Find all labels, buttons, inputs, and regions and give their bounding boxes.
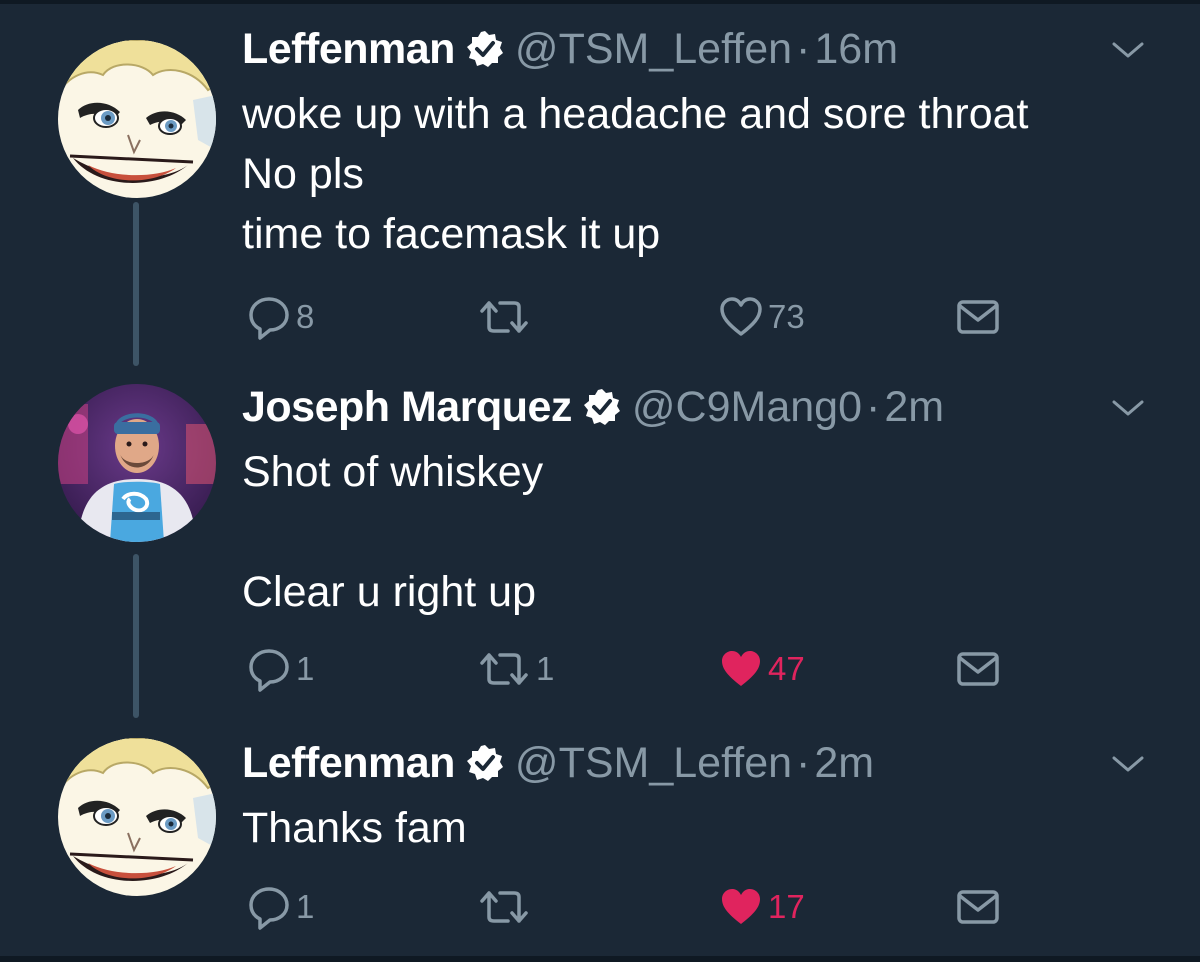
chevron-down-icon[interactable] bbox=[1110, 38, 1146, 62]
like-button[interactable]: 47 bbox=[718, 644, 805, 694]
tweet-text-line: Thanks fam bbox=[242, 804, 467, 852]
timestamp[interactable]: 2m bbox=[814, 738, 874, 788]
tweet-text-line bbox=[242, 502, 543, 562]
retweet-button[interactable] bbox=[476, 882, 536, 932]
like-button[interactable]: 17 bbox=[718, 882, 805, 932]
reply-count: 8 bbox=[296, 298, 315, 335]
retweet-count: 1 bbox=[536, 650, 555, 687]
direct-message-button[interactable] bbox=[955, 882, 1001, 932]
reply-button[interactable]: 1 bbox=[246, 644, 314, 694]
verified-badge-icon bbox=[582, 387, 622, 427]
heart-filled-icon bbox=[722, 651, 760, 686]
retweet-button[interactable] bbox=[476, 292, 536, 342]
timestamp[interactable]: 16m bbox=[814, 24, 898, 74]
display-name[interactable]: Leffenman bbox=[242, 24, 455, 74]
direct-message-button[interactable] bbox=[955, 292, 1001, 342]
chevron-down-icon[interactable] bbox=[1110, 396, 1146, 420]
envelope-icon bbox=[957, 652, 999, 686]
verified-badge-icon bbox=[465, 743, 505, 783]
tweet-header: Leffenman @TSM_Leffen · 16m bbox=[242, 24, 898, 74]
retweet-button[interactable]: 1 bbox=[476, 644, 554, 694]
display-name[interactable]: Leffenman bbox=[242, 738, 455, 788]
anime-character-avatar-icon bbox=[58, 40, 216, 198]
tweet-text-line: woke up with a headache and sore throat bbox=[242, 90, 1029, 138]
heart-filled-icon bbox=[722, 889, 760, 924]
retweet-icon bbox=[480, 653, 528, 685]
reply-button[interactable]: 8 bbox=[246, 292, 314, 342]
verified-badge-icon bbox=[465, 29, 505, 69]
envelope-icon bbox=[957, 890, 999, 924]
user-handle[interactable]: @TSM_Leffen bbox=[515, 24, 792, 74]
tweet-text: Shot of whiskey Clear u right up bbox=[242, 442, 543, 622]
like-count: 47 bbox=[768, 650, 805, 687]
tweet-text-line: time to facemask it up bbox=[242, 210, 661, 258]
like-count: 17 bbox=[768, 888, 805, 925]
reply-icon bbox=[249, 649, 289, 692]
retweet-icon bbox=[480, 891, 528, 923]
display-name[interactable]: Joseph Marquez bbox=[242, 382, 572, 432]
retweet-icon bbox=[480, 301, 528, 333]
timestamp[interactable]: 2m bbox=[884, 382, 944, 432]
person-photo-avatar-icon bbox=[58, 384, 216, 542]
avatar[interactable] bbox=[58, 384, 216, 542]
heart-outline-icon bbox=[720, 297, 762, 336]
separator-dot: · bbox=[866, 383, 881, 431]
reply-button[interactable]: 1 bbox=[246, 882, 314, 932]
chevron-down-icon[interactable] bbox=[1110, 752, 1146, 776]
user-handle[interactable]: @C9Mang0 bbox=[632, 382, 862, 432]
like-button[interactable]: 73 bbox=[718, 292, 805, 342]
avatar[interactable] bbox=[58, 738, 216, 896]
bottom-border bbox=[0, 956, 1200, 962]
tweet-text-line: Clear u right up bbox=[242, 568, 536, 616]
reply-icon bbox=[249, 887, 289, 930]
envelope-icon bbox=[957, 300, 999, 334]
direct-message-button[interactable] bbox=[955, 644, 1001, 694]
tweet-header: Joseph Marquez @C9Mang0 · 2m bbox=[242, 382, 944, 432]
top-border bbox=[0, 0, 1200, 4]
separator-dot: · bbox=[796, 25, 811, 73]
like-count: 73 bbox=[768, 298, 805, 335]
tweet-text: Thanks fam bbox=[242, 798, 467, 858]
tweet-text: woke up with a headache and sore throat … bbox=[242, 84, 1028, 264]
tweet-actions: 8 73 bbox=[0, 292, 1200, 342]
tweet-header: Leffenman @TSM_Leffen · 2m bbox=[242, 738, 874, 788]
reply-icon bbox=[249, 297, 289, 340]
reply-count: 1 bbox=[296, 650, 315, 687]
tweet-actions: 1 1 47 bbox=[0, 644, 1200, 694]
separator-dot: · bbox=[796, 739, 811, 787]
tweet-actions: 1 17 bbox=[0, 882, 1200, 932]
anime-character-avatar-icon bbox=[58, 738, 216, 896]
avatar[interactable] bbox=[58, 40, 216, 198]
tweet-text-line: Shot of whiskey bbox=[242, 448, 544, 496]
tweet-text-line: No pls bbox=[242, 150, 364, 198]
user-handle[interactable]: @TSM_Leffen bbox=[515, 738, 792, 788]
reply-count: 1 bbox=[296, 888, 315, 925]
